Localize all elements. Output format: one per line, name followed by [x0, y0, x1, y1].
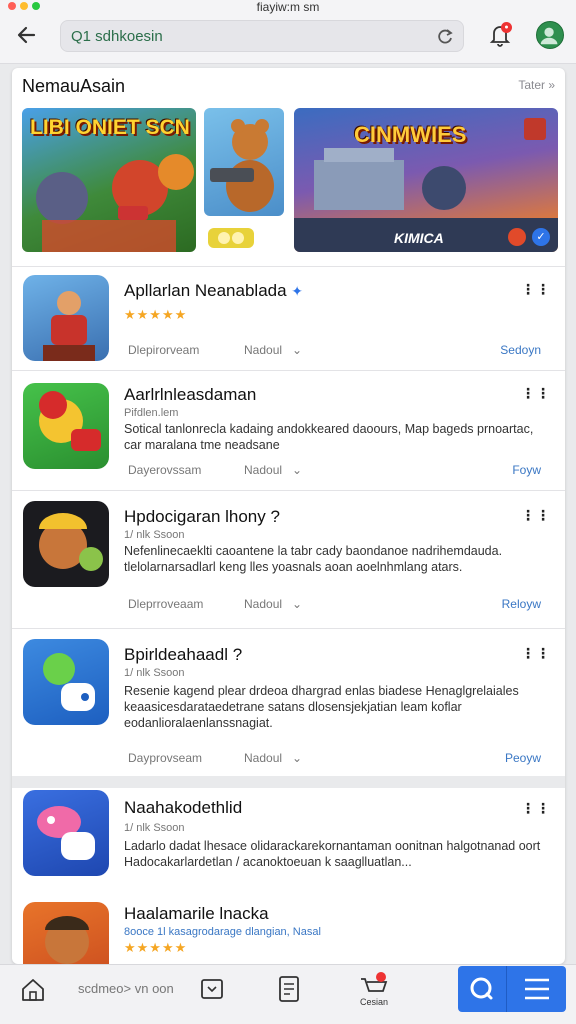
- size-dropdown[interactable]: Nadoul ⌄: [244, 751, 302, 765]
- store-panel: NemauAsain Tater » LIBI ONIET SCN CINMWI…: [12, 68, 565, 964]
- list-item[interactable]: Aarlrlnleasdaman Pifdlen.lem Sotical tan…: [12, 370, 565, 490]
- home-icon[interactable]: [20, 977, 46, 1003]
- featured-banner-2[interactable]: [204, 108, 284, 216]
- more-options-icon[interactable]: ⋮⋮: [521, 385, 551, 402]
- app-icon: [23, 639, 109, 725]
- search-icon: [470, 977, 493, 1000]
- install-button[interactable]: Foyw: [512, 463, 541, 477]
- list-item[interactable]: Bpirldeahaadl ? 1/ nlk Ssoon Resenie kag…: [12, 628, 565, 776]
- list-item[interactable]: Haalamarile lnacka 8ooce 1l kasagrodarag…: [12, 898, 565, 964]
- size-dropdown[interactable]: Nadoul ⌄: [244, 597, 302, 611]
- banner-3-title: CINMWIES: [354, 122, 467, 147]
- size-label: Nadoul: [244, 463, 283, 477]
- chevron-down-icon: ⌄: [292, 463, 303, 477]
- section-title: NemauAsain: [22, 76, 126, 96]
- cart-label: Cesian: [359, 997, 388, 1007]
- verified-badge-icon: ✓: [532, 228, 550, 246]
- red-badge-icon: [508, 228, 526, 246]
- app-meta: 1/ nlk Ssoon: [124, 667, 185, 679]
- app-meta: 1/ nlk Ssoon: [124, 529, 185, 541]
- search-bar[interactable]: Q1 sdhkoesin: [60, 20, 464, 52]
- app-description: Nefenlinecaeklti caoantene la tabr cady …: [124, 544, 503, 574]
- app-name: Hpdocigaran lhony ?: [124, 507, 280, 526]
- app-description: Resenie kagend plear drdeoa dhargrad enl…: [124, 684, 519, 730]
- chevron-down-icon: ⌄: [292, 343, 303, 357]
- featured-banner-3[interactable]: CINMWIES KIMICA ✓: [294, 108, 558, 252]
- size-label: Nadoul: [244, 751, 283, 765]
- install-button[interactable]: Reloyw: [502, 597, 541, 611]
- app-description: Sotical tanlonrecla kadaing andokkeared …: [124, 422, 534, 452]
- notifications-button[interactable]: ●: [488, 22, 512, 48]
- banner-3-subtitle: KIMICA: [394, 230, 444, 246]
- see-all-link[interactable]: Tater »: [518, 78, 555, 92]
- list-item[interactable]: Naahakodethlid 1/ nlk Ssoon Ladarlo dada…: [12, 788, 565, 898]
- size-dropdown[interactable]: Nadoul ⌄: [244, 343, 302, 357]
- app-title: Apllarlan Neanablada ✦: [124, 281, 303, 301]
- size-label: Nadoul: [244, 597, 283, 611]
- section-divider: [12, 776, 565, 788]
- developer-label: Dleprroveaam: [128, 597, 204, 611]
- library-icon[interactable]: [200, 977, 224, 1001]
- verified-icon: ✦: [291, 283, 304, 299]
- more-options-icon[interactable]: ⋮⋮: [521, 507, 551, 524]
- banner-2-badge: [208, 228, 254, 248]
- chevron-down-icon: ⌄: [292, 751, 303, 765]
- reload-icon[interactable]: [435, 27, 455, 47]
- cart-icon: [361, 972, 388, 992]
- controller-icon: [218, 232, 244, 244]
- developer-label: Dayprovseam: [128, 751, 203, 765]
- back-arrow-icon[interactable]: [14, 22, 40, 48]
- app-name: Haalamarile lnacka: [124, 904, 269, 923]
- chevron-down-icon: ⌄: [292, 597, 303, 611]
- app-description: Ladarlo dadat lhesace olidarackarekornan…: [124, 839, 541, 869]
- app-icon: [23, 790, 109, 876]
- app-icon: [23, 501, 109, 587]
- app-meta: 8ooce 1l kasagrodarage dlangian, Nasal: [124, 926, 321, 938]
- app-name: Apllarlan Neanablada: [124, 281, 287, 300]
- app-icon: [23, 383, 109, 469]
- rating-stars: ★★★★★: [124, 307, 188, 322]
- featured-banner-1[interactable]: LIBI ONIET SCN: [22, 108, 196, 252]
- size-dropdown[interactable]: Nadoul ⌄: [244, 463, 302, 477]
- list-item[interactable]: Hpdocigaran lhony ? 1/ nlk Ssoon Nefenli…: [12, 490, 565, 628]
- app-icon: [23, 902, 109, 964]
- avatar[interactable]: [536, 21, 564, 49]
- rating-stars: ★★★★★: [124, 940, 188, 955]
- more-options-icon[interactable]: ⋮⋮: [521, 645, 551, 662]
- install-button[interactable]: Peoyw: [505, 751, 541, 765]
- more-options-icon[interactable]: ⋮⋮: [521, 800, 551, 817]
- size-label: Nadoul: [244, 343, 283, 357]
- developer-label: Dayerovssam: [128, 463, 202, 477]
- app-name: Naahakodethlid: [124, 798, 243, 817]
- hamburger-menu-icon: [525, 978, 549, 1000]
- banner-1-title: LIBI ONIET SCN: [30, 116, 190, 139]
- search-input[interactable]: Q1 sdhkoesin: [71, 28, 163, 45]
- document-icon[interactable]: [278, 975, 300, 1003]
- list-item[interactable]: Apllarlan Neanablada ✦ ★★★★★ Dlepirorvea…: [12, 266, 565, 370]
- app-name: Aarlrlnleasdaman: [124, 385, 257, 404]
- app-name: Bpirldeahaadl ?: [124, 645, 243, 664]
- search-button[interactable]: [458, 966, 506, 1012]
- navigation-arrows[interactable]: scdmeo> vn oon: [78, 981, 174, 996]
- menu-button[interactable]: [506, 966, 566, 1012]
- app-meta: Pifdlen.lem: [124, 407, 179, 419]
- notification-badge: ●: [501, 22, 512, 33]
- bear-character-image: [210, 119, 274, 212]
- install-button[interactable]: Sedoyn: [500, 343, 541, 357]
- browser-toolbar: fiayiw:m sm Q1 sdhkoesin ●: [0, 0, 576, 64]
- app-meta: 1/ nlk Ssoon: [124, 822, 185, 834]
- app-icon: [23, 275, 109, 361]
- more-options-icon[interactable]: ⋮⋮: [521, 281, 551, 298]
- bottom-navigation: scdmeo> vn oon Cesian: [0, 964, 576, 1024]
- user-icon: [540, 27, 558, 45]
- window-title: fiayiw:m sm: [256, 0, 320, 14]
- developer-label: Dlepirorveam: [128, 343, 200, 357]
